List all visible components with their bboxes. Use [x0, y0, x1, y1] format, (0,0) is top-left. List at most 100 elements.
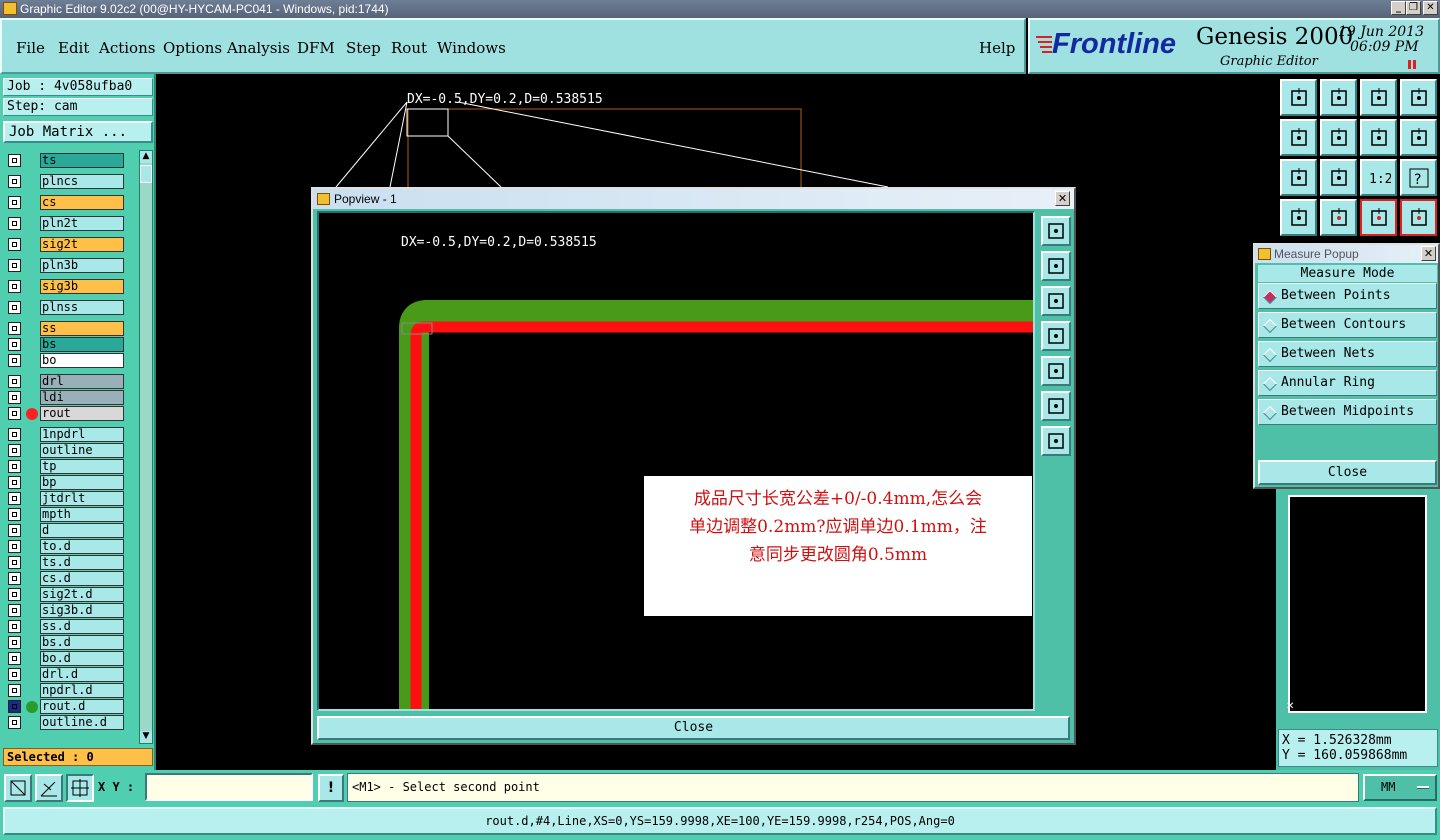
layer-name[interactable]: ss: [40, 321, 124, 336]
layer-row[interactable]: ss.d: [6, 619, 126, 634]
popview-zoom-center-button[interactable]: [1041, 426, 1071, 456]
layer-checkbox[interactable]: [8, 217, 21, 230]
measure-option[interactable]: Between Midpoints: [1258, 399, 1437, 425]
layer-checkbox[interactable]: [8, 636, 21, 649]
xy-input[interactable]: [145, 773, 313, 801]
measure-close-icon[interactable]: ✕: [1421, 246, 1436, 261]
layer-row[interactable]: jtdrlt: [6, 491, 126, 506]
layer-row[interactable]: ts: [6, 153, 126, 168]
menu-rout[interactable]: Rout: [391, 39, 427, 57]
layer-row[interactable]: bo: [6, 353, 126, 368]
layer-name[interactable]: outline.d: [40, 715, 124, 730]
pan-left-button[interactable]: [1280, 119, 1317, 156]
layer-checkbox[interactable]: [8, 620, 21, 633]
layer-checkbox[interactable]: [8, 540, 21, 553]
layer-checkbox[interactable]: [8, 668, 21, 681]
layer-name[interactable]: sig2t: [40, 237, 124, 252]
scroll-up-icon[interactable]: ▲: [140, 151, 152, 163]
layer-row[interactable]: rout: [6, 406, 126, 421]
angle-tool-button[interactable]: [35, 774, 63, 802]
layer-name[interactable]: d: [40, 523, 124, 538]
measure-close-button[interactable]: Close: [1258, 460, 1437, 485]
layer-name[interactable]: plnss: [40, 300, 124, 315]
pan-up-button[interactable]: [1280, 79, 1317, 116]
layer-row[interactable]: cs: [6, 195, 126, 210]
layer-name[interactable]: bs: [40, 337, 124, 352]
alert-icon[interactable]: !: [318, 774, 344, 802]
layer-row[interactable]: sig3b: [6, 279, 126, 294]
layer-checkbox[interactable]: [8, 652, 21, 665]
layer-checkbox[interactable]: [8, 322, 21, 335]
layer-name[interactable]: plncs: [40, 174, 124, 189]
close-window-button[interactable]: ✕: [1423, 1, 1438, 15]
grid-tool-button[interactable]: [66, 774, 94, 802]
layer-name[interactable]: drl.d: [40, 667, 124, 682]
scroll-down-icon[interactable]: ▼: [140, 731, 152, 743]
layer-name[interactable]: sig3b: [40, 279, 124, 294]
layer-name[interactable]: bp: [40, 475, 124, 490]
undo-zoom-button[interactable]: [1360, 119, 1397, 156]
layer-checkbox[interactable]: [8, 238, 21, 251]
split-view-button[interactable]: [1400, 79, 1437, 116]
measure-option[interactable]: Between Points: [1258, 283, 1437, 309]
layer-row[interactable]: bs.d: [6, 635, 126, 650]
layer-row[interactable]: bs: [6, 337, 126, 352]
zoom-center-button[interactable]: [1320, 159, 1357, 196]
layer-name[interactable]: ldi: [40, 390, 124, 405]
layer-name[interactable]: npdrl.d: [40, 683, 124, 698]
s-shape-button[interactable]: [1400, 119, 1437, 156]
layer-checkbox[interactable]: [8, 492, 21, 505]
layer-row[interactable]: sig2t.d: [6, 587, 126, 602]
layer-row[interactable]: rout.d: [6, 699, 126, 714]
layer-name[interactable]: jtdrlt: [40, 491, 124, 506]
layer-row[interactable]: ss: [6, 321, 126, 336]
measure-option[interactable]: Between Contours: [1258, 312, 1437, 338]
layer-checkbox[interactable]: [8, 444, 21, 457]
scroll-thumb[interactable]: [140, 165, 152, 183]
popview-pan-left-button[interactable]: [1041, 321, 1071, 351]
overview-map[interactable]: ✕: [1286, 495, 1427, 713]
layer-checkbox[interactable]: [8, 354, 21, 367]
layer-name[interactable]: ss.d: [40, 619, 124, 634]
layer-checkbox[interactable]: [8, 604, 21, 617]
layer-checkbox[interactable]: [8, 572, 21, 585]
layer-name[interactable]: ts.d: [40, 555, 124, 570]
popview-close-button[interactable]: Close: [317, 716, 1070, 740]
maximize-button[interactable]: ❐: [1406, 1, 1421, 15]
layer-name[interactable]: cs: [40, 195, 124, 210]
layer-row[interactable]: sig3b.d: [6, 603, 126, 618]
layer-name[interactable]: cs.d: [40, 571, 124, 586]
layer-checkbox[interactable]: [8, 588, 21, 601]
menu-options[interactable]: Options: [163, 39, 222, 57]
layer-row[interactable]: drl: [6, 374, 126, 389]
menu-help[interactable]: Help: [979, 39, 1015, 57]
layer-row[interactable]: outline.d: [6, 715, 126, 730]
layer-checkbox[interactable]: [8, 428, 21, 441]
layer-row[interactable]: npdrl.d: [6, 683, 126, 698]
layer-row[interactable]: bp: [6, 475, 126, 490]
rout-tool-button[interactable]: [1280, 199, 1317, 236]
popview-pan-down-button[interactable]: [1041, 286, 1071, 316]
layer-checkbox[interactable]: [8, 175, 21, 188]
layer-checkbox[interactable]: [8, 556, 21, 569]
layer-checkbox[interactable]: [8, 338, 21, 351]
layer-row[interactable]: plnss: [6, 300, 126, 315]
layer-name[interactable]: 1npdrl: [40, 427, 124, 442]
layer-row[interactable]: outline: [6, 443, 126, 458]
layer-row[interactable]: pln2t: [6, 216, 126, 231]
layer-name[interactable]: to.d: [40, 539, 124, 554]
popview-zoom-window-button[interactable]: [1041, 216, 1071, 246]
measure-option[interactable]: Annular Ring: [1258, 370, 1437, 396]
popview-pan-right-button[interactable]: [1041, 356, 1071, 386]
job-matrix-button[interactable]: Job Matrix ...: [3, 121, 153, 143]
layer-name[interactable]: bo.d: [40, 651, 124, 666]
layer-name[interactable]: outline: [40, 443, 124, 458]
layer-name[interactable]: sig2t.d: [40, 587, 124, 602]
layer-checkbox[interactable]: [8, 301, 21, 314]
menu-dfm[interactable]: DFM: [297, 39, 335, 57]
layer-checkbox[interactable]: [8, 391, 21, 404]
layer-row[interactable]: bo.d: [6, 651, 126, 666]
layer-checkbox[interactable]: [8, 700, 21, 713]
layer-name[interactable]: rout.d: [40, 699, 124, 714]
layer-row[interactable]: to.d: [6, 539, 126, 554]
